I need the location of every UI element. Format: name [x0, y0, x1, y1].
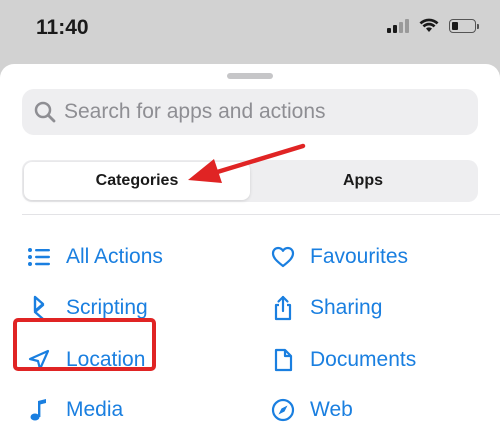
search-icon	[34, 101, 56, 123]
status-bar: 11:40	[0, 0, 500, 60]
category-label: Media	[66, 398, 124, 421]
status-time: 11:40	[36, 16, 89, 39]
annotation-highlight-box	[13, 318, 156, 371]
category-label: Scripting	[66, 296, 148, 319]
category-favourites[interactable]: Favourites	[270, 237, 408, 277]
category-web[interactable]: Web	[270, 390, 353, 430]
music-note-icon	[26, 397, 52, 423]
category-label: Sharing	[310, 296, 383, 319]
list-icon	[26, 244, 52, 270]
category-label: Favourites	[310, 245, 409, 268]
category-label: Web	[310, 398, 353, 421]
sheet-grabber[interactable]	[227, 73, 273, 79]
search-bar[interactable]	[22, 89, 478, 135]
category-label: All Actions	[66, 245, 163, 268]
battery-icon	[449, 18, 479, 33]
search-input[interactable]	[64, 100, 454, 124]
status-icons	[387, 18, 479, 33]
share-icon	[270, 295, 296, 321]
compass-icon	[270, 397, 296, 423]
category-label: Documents	[310, 348, 417, 371]
wifi-icon	[419, 18, 439, 32]
document-icon	[270, 347, 296, 373]
category-documents[interactable]: Documents	[270, 340, 416, 380]
category-media[interactable]: Media	[26, 390, 123, 430]
divider	[22, 214, 500, 215]
annotation-arrow	[188, 143, 306, 183]
cellular-signal-icon	[387, 18, 409, 33]
category-all-actions[interactable]: All Actions	[26, 237, 163, 277]
heart-icon	[270, 244, 296, 270]
category-sharing[interactable]: Sharing	[270, 288, 382, 328]
